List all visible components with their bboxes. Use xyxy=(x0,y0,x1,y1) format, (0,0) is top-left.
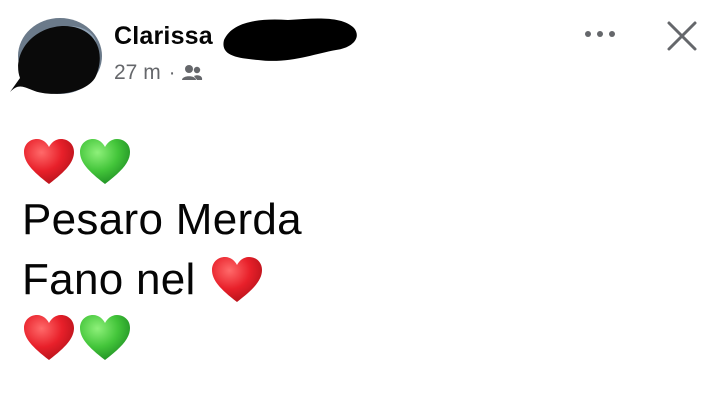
emoji-line xyxy=(22,134,700,190)
red-heart-icon xyxy=(22,313,76,363)
red-heart-icon xyxy=(22,137,76,187)
meta-separator: · xyxy=(168,61,176,84)
post-text-line: Pesaro Merda xyxy=(22,190,700,250)
post-text: Pesaro Merda xyxy=(22,195,302,244)
more-options-icon[interactable] xyxy=(578,22,622,46)
author-avatar[interactable] xyxy=(10,16,102,96)
post-text-line: Fano nel xyxy=(22,250,700,310)
redaction-mark xyxy=(218,12,360,66)
post-meta: 27 m · xyxy=(114,61,203,85)
post-content: Pesaro Merda Fano nel xyxy=(22,134,700,366)
post-timestamp[interactable]: 27 m xyxy=(114,61,161,85)
emoji-line xyxy=(22,310,700,366)
friends-icon[interactable] xyxy=(181,63,203,83)
close-icon[interactable] xyxy=(660,14,704,58)
red-heart-icon xyxy=(210,255,264,305)
author-name[interactable]: Clarissa xyxy=(114,22,213,51)
green-heart-icon xyxy=(78,137,132,187)
green-heart-icon xyxy=(78,313,132,363)
post-text: Fano nel xyxy=(22,255,196,304)
